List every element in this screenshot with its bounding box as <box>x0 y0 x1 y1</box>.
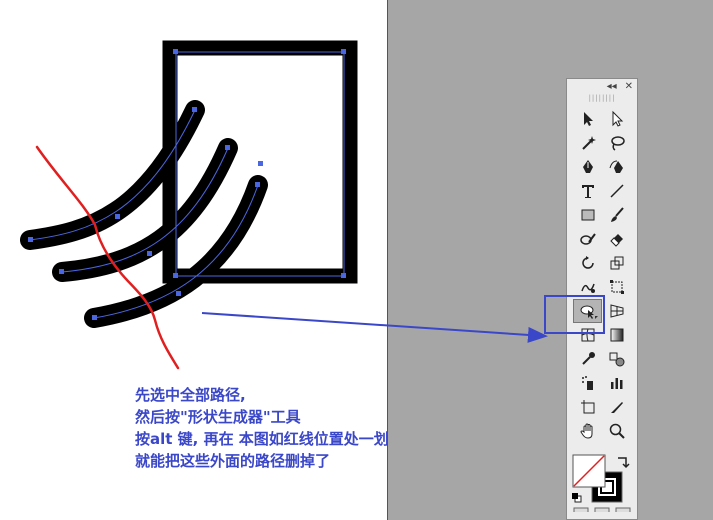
collapse-icon[interactable]: ◂◂ <box>607 81 617 92</box>
swap-fill-stroke-icon[interactable] <box>618 457 630 469</box>
rotate-icon <box>581 256 594 269</box>
artboard-icon <box>580 400 594 414</box>
symbol-sprayer-tool[interactable] <box>573 371 602 395</box>
panel-grip[interactable]: |||||||| <box>567 93 637 103</box>
magic-wand-icon <box>581 136 596 150</box>
lasso-tool[interactable] <box>602 131 631 155</box>
artboard-tool[interactable] <box>573 395 602 419</box>
type-icon <box>581 185 594 198</box>
perspective-grid-tool[interactable] <box>602 299 631 323</box>
instruction-line-4: 就能把这些外面的路径删掉了 <box>135 452 331 470</box>
lasso-icon <box>610 136 625 151</box>
blend-tool[interactable] <box>602 347 631 371</box>
brush-icon <box>610 207 624 222</box>
direct-selection-tool[interactable] <box>602 107 631 131</box>
eraser-tool[interactable] <box>602 227 631 251</box>
zoom-icon <box>609 423 625 439</box>
tool-highlight-box <box>544 295 605 334</box>
eyedropper-icon <box>581 352 595 365</box>
rectangle-tool[interactable] <box>573 203 602 227</box>
line-icon <box>609 184 624 198</box>
scale-tool[interactable] <box>602 251 631 275</box>
fill-stroke-controls <box>572 454 631 512</box>
gradient-icon <box>610 328 623 342</box>
slice-icon <box>610 402 623 413</box>
rectangle-icon <box>581 209 594 221</box>
pen-icon <box>582 160 593 173</box>
pen-tool[interactable] <box>573 155 602 179</box>
eraser-icon <box>609 234 623 247</box>
blend-icon <box>609 352 624 367</box>
perspective-icon <box>610 304 623 318</box>
instruction-text: 先选中全部路径, 然后按"形状生成器"工具 按alt 键, 再在 本图如红线位置… <box>135 384 389 472</box>
gradient-tool[interactable] <box>602 323 631 347</box>
eyedropper-tool[interactable] <box>573 347 602 371</box>
zoom-tool[interactable] <box>602 419 631 443</box>
rotate-tool[interactable] <box>573 251 602 275</box>
instruction-line-3: 按alt 键, 再在 本图如红线位置处一划 <box>135 430 389 448</box>
shaper-tool[interactable] <box>573 227 602 251</box>
paintbrush-tool[interactable] <box>602 203 631 227</box>
hand-icon <box>579 423 592 439</box>
default-colors-icon[interactable] <box>572 493 582 503</box>
annotation-arrow <box>201 312 548 343</box>
free-transform-tool[interactable] <box>602 275 631 299</box>
shaper-icon <box>579 233 596 245</box>
fill-swatch[interactable] <box>572 454 606 488</box>
hand-tool[interactable] <box>573 419 602 443</box>
selection-tool[interactable] <box>573 107 602 131</box>
tool-grid <box>567 107 637 443</box>
graph-icon <box>610 378 622 389</box>
column-graph-tool[interactable] <box>602 371 631 395</box>
arrow-black-icon <box>583 112 593 126</box>
line-segment-tool[interactable] <box>602 179 631 203</box>
panel-header: ◂◂ ✕ <box>567 79 637 93</box>
curvature-pen-icon <box>609 160 623 173</box>
type-tool[interactable] <box>573 179 602 203</box>
free-transform-icon <box>609 280 624 294</box>
curvature-tool[interactable] <box>602 155 631 179</box>
color-mode-buttons[interactable] <box>573 507 631 512</box>
scale-icon <box>610 256 623 270</box>
magic-wand-tool[interactable] <box>573 131 602 155</box>
slice-tool[interactable] <box>602 395 631 419</box>
instruction-line-2: 然后按"形状生成器"工具 <box>135 408 301 426</box>
symbol-sprayer-icon <box>581 376 593 390</box>
instruction-line-1: 先选中全部路径, <box>135 386 246 404</box>
warp-icon <box>580 283 595 293</box>
arrow-white-icon <box>612 110 623 127</box>
close-icon[interactable]: ✕ <box>625 81 633 92</box>
